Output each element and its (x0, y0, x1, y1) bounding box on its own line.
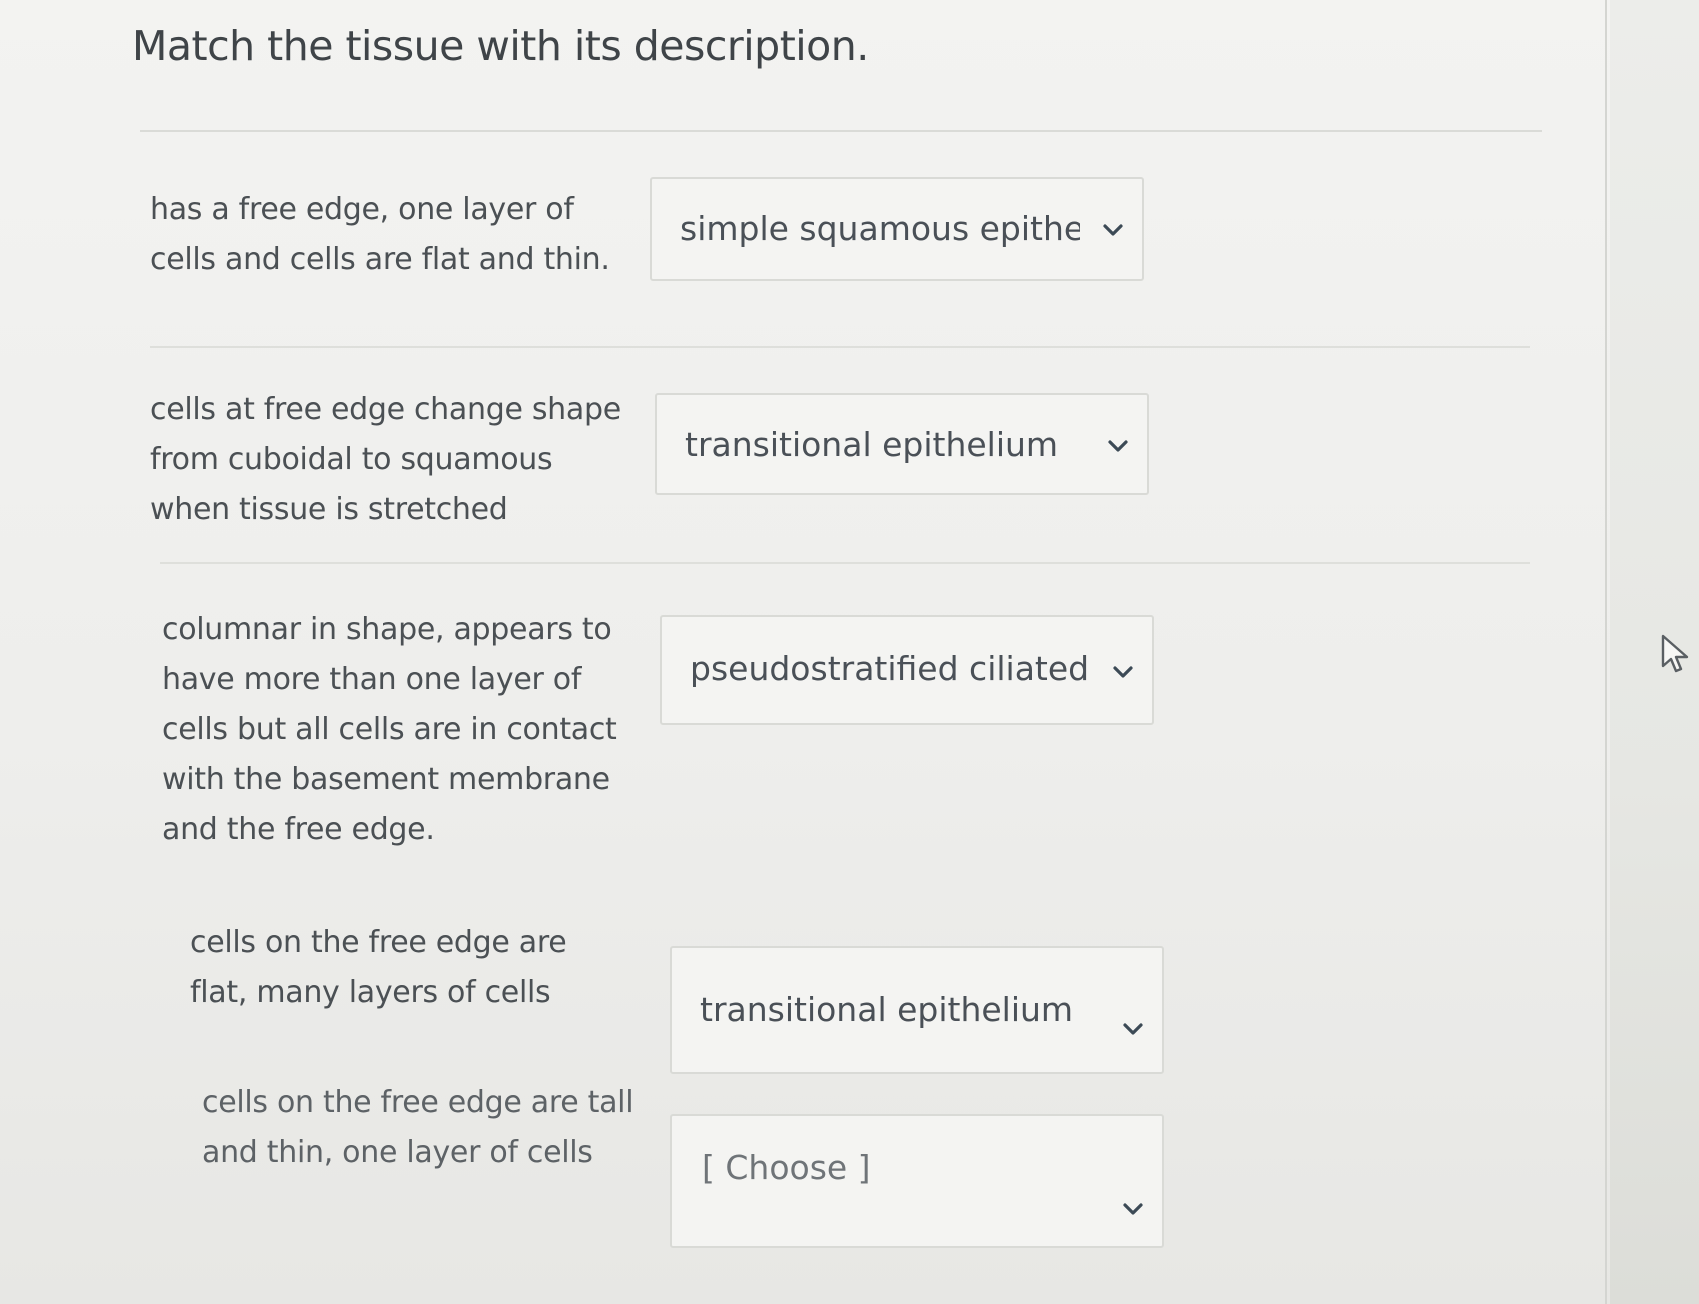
answer-select[interactable]: simple squamous epitheli (650, 177, 1144, 281)
answer-select[interactable]: transitional epithelium (670, 946, 1164, 1074)
selected-answer: transitional epithelium (700, 990, 1074, 1029)
mouse-pointer-icon (1661, 634, 1689, 673)
selected-answer: transitional epithelium (685, 425, 1059, 464)
chevron-down-icon (1123, 1023, 1143, 1035)
match-prompt: columnar in shape, appears to have more … (162, 612, 617, 847)
match-prompt: has a free edge, one layer of cells and … (150, 192, 610, 277)
divider (160, 562, 1530, 564)
selected-answer: simple squamous epitheli (680, 209, 1080, 248)
match-prompt: cells on the free edge are flat, many la… (190, 925, 567, 1010)
answer-select[interactable]: [ Choose ] (670, 1114, 1164, 1248)
match-prompt: cells at free edge change shape from cub… (150, 392, 621, 527)
divider (150, 346, 1530, 348)
chevron-down-icon (1108, 440, 1128, 452)
chevron-down-icon (1113, 666, 1133, 678)
quiz-question-panel: Match the tissue with its description. h… (0, 0, 1610, 1304)
chevron-down-icon (1103, 224, 1123, 236)
match-prompt: cells on the free edge are tall and thin… (202, 1085, 634, 1170)
selected-answer: pseudostratified ciliated (690, 649, 1090, 688)
question-title: Match the tissue with its description. (132, 22, 869, 70)
divider (140, 130, 1542, 132)
selected-answer: [ Choose ] (702, 1148, 871, 1187)
answer-select[interactable]: pseudostratified ciliated (660, 615, 1154, 725)
answer-select[interactable]: transitional epithelium (655, 393, 1149, 495)
chevron-down-icon (1123, 1203, 1143, 1215)
panel-border (1605, 0, 1607, 1304)
